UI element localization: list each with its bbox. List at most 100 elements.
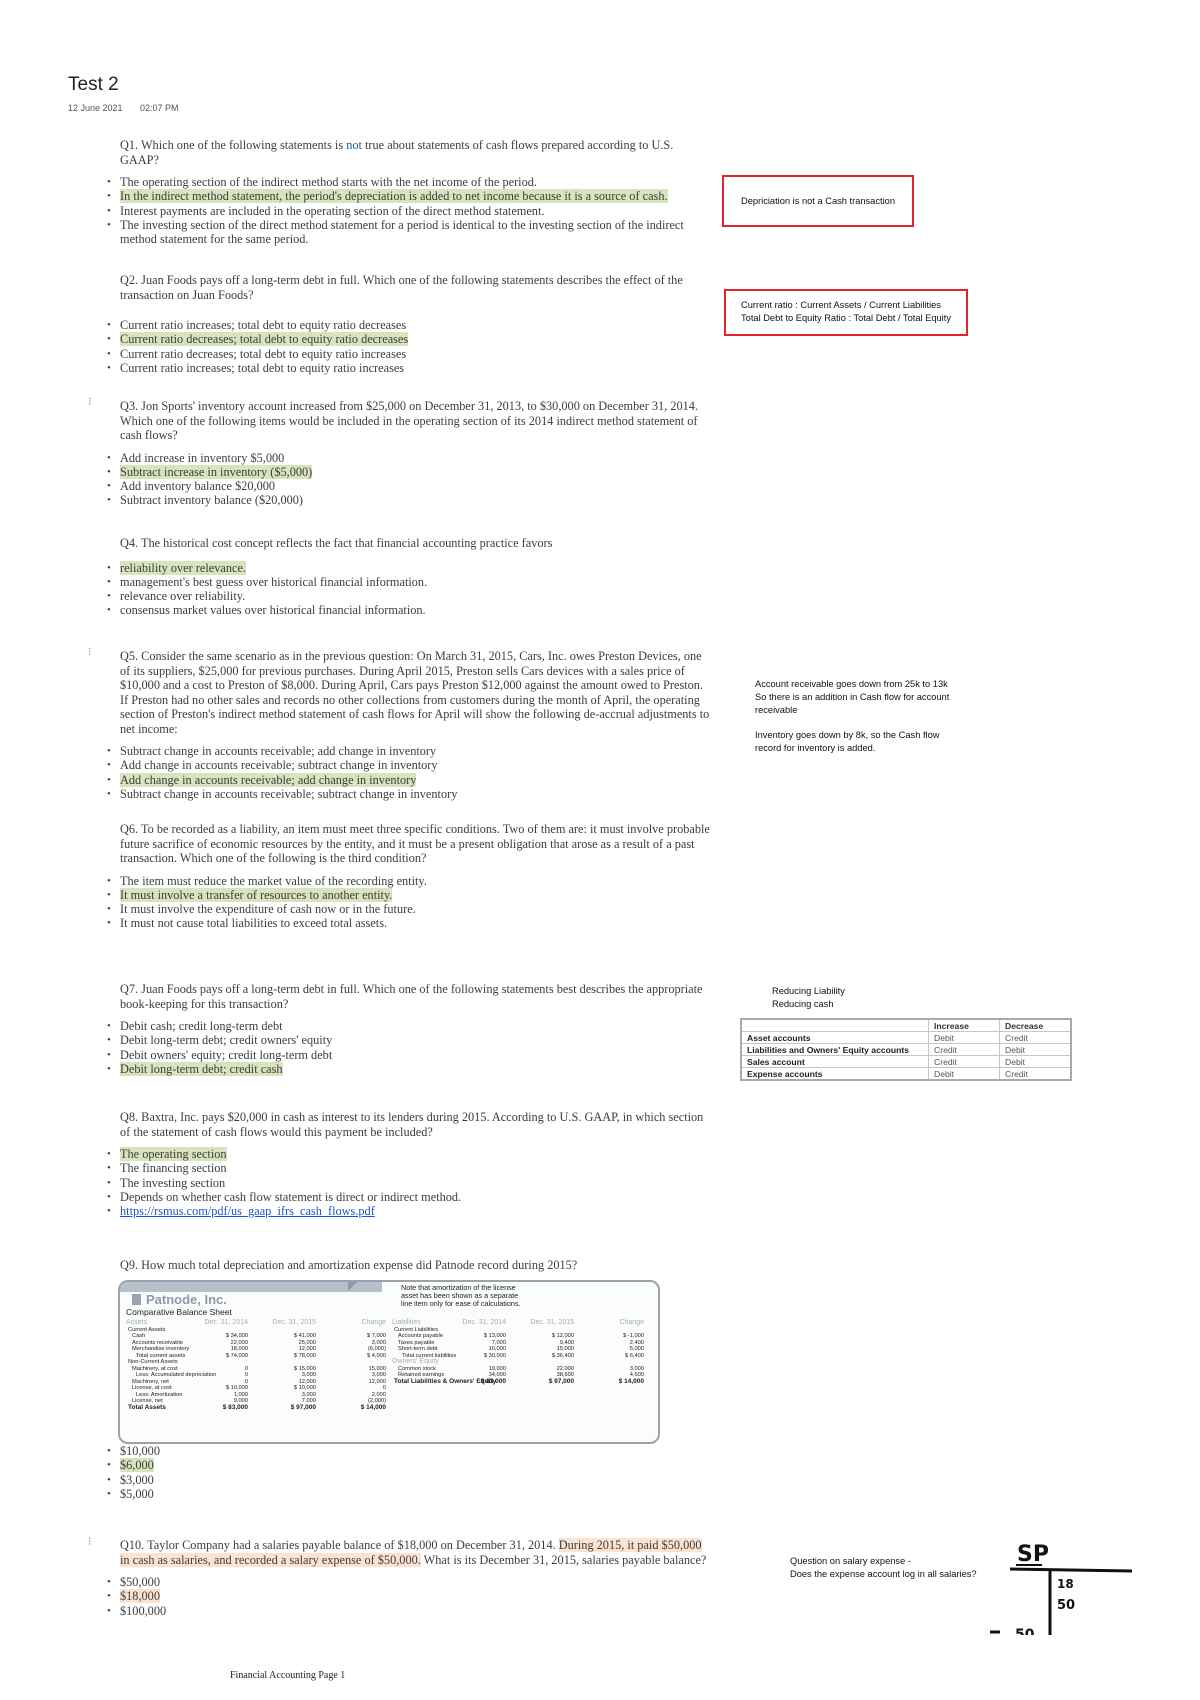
edit-marker-icon: ⁝ xyxy=(88,646,92,658)
option: $5,000 xyxy=(107,1487,710,1502)
note-q10: Question on salary expense - Does the ex… xyxy=(790,1555,977,1581)
option-highlighted: The operating section xyxy=(107,1147,710,1162)
handwritten-t-account: SP 18 50 50 xyxy=(990,1542,1133,1635)
option-list: Current ratio increases; total debt to e… xyxy=(107,318,710,375)
note-box-q2: Current ratio : Current Assets / Current… xyxy=(724,289,968,336)
page-time: 02:07 PM xyxy=(140,103,179,113)
option: $10,000 xyxy=(107,1444,710,1459)
row-value: $ 83,000 xyxy=(222,1403,248,1411)
note-q5: Account receivable goes down from 25k to… xyxy=(755,678,949,755)
sheet-note: Note that amortization of the license as… xyxy=(401,1283,521,1308)
option: Debit long-term debt; credit owners' equ… xyxy=(107,1033,710,1048)
page-title: Test 2 xyxy=(68,74,119,95)
question-q1: Q1. Which one of the following statement… xyxy=(107,138,710,246)
option-list: Subtract change in accounts receivable; … xyxy=(107,744,710,801)
option-highlighted: In the indirect method statement, the pe… xyxy=(107,189,710,204)
sheet-subtitle: Comparative Balance Sheet xyxy=(126,1307,232,1317)
option: The operating section of the indirect me… xyxy=(107,175,710,190)
option: Debit owners' equity; credit long-term d… xyxy=(107,1048,710,1063)
note-box-q1: Depriciation is not a Cash transaction xyxy=(722,175,914,227)
option: Subtract change in accounts receivable; … xyxy=(107,744,710,759)
t-account-entry: 18 xyxy=(1057,1577,1074,1591)
table-header xyxy=(740,1018,929,1032)
table-cell: Credit xyxy=(928,1043,1000,1056)
question-text: Q2. Juan Foods pays off a long-term debt… xyxy=(120,273,683,302)
table-cell: Expense accounts xyxy=(740,1067,929,1081)
question-q4: Q4. The historical cost concept reflects… xyxy=(107,536,710,618)
row-value: $ 97,000 xyxy=(290,1403,316,1411)
table-cell: Sales account xyxy=(740,1055,929,1068)
note-line: Account receivable goes down from 25k to… xyxy=(755,679,948,689)
option-highlighted: Subtract increase in inventory ($5,000) xyxy=(107,464,710,479)
option-list: The item must reduce the market value of… xyxy=(107,874,710,931)
question-q3: Q3. Jon Sports' inventory account increa… xyxy=(107,399,710,508)
balance-sheet-image: Patnode, Inc. Comparative Balance Sheet … xyxy=(118,1280,660,1444)
question-q6: Q6. To be recorded as a liability, an it… xyxy=(107,822,710,931)
question-text: Q3. Jon Sports' inventory account increa… xyxy=(120,399,698,442)
question-q9-options: $10,000 $6,000 $3,000 $5,000 xyxy=(107,1444,710,1502)
option: It must involve the expenditure of cash … xyxy=(107,902,710,917)
option: https://rsmus.com/pdf/us_gaap_ifrs_cash_… xyxy=(107,1204,710,1219)
question-text: Q4. The historical cost concept reflects… xyxy=(120,536,553,550)
option: Add inventory balance $20,000 xyxy=(107,479,710,494)
option-list: The operating section The financing sect… xyxy=(107,1147,710,1219)
option: Add change in accounts receivable; subtr… xyxy=(107,758,710,773)
table-row: Liabilities and Owners' Equity accounts … xyxy=(740,1043,1072,1056)
table-header-row: Increase Decrease xyxy=(740,1018,1072,1032)
question-text: Q7. Juan Foods pays off a long-term debt… xyxy=(120,982,703,1011)
option: Subtract inventory balance ($20,000) xyxy=(107,493,710,508)
question-text: Q8. Baxtra, Inc. pays $20,000 in cash as… xyxy=(120,1110,704,1139)
t-account-entry: 50 xyxy=(1057,1598,1075,1613)
option-highlighted: Debit long-term debt; credit cash xyxy=(107,1061,710,1076)
edit-marker-icon: ⁝ xyxy=(88,396,92,408)
question-text: Q9. How much total depreciation and amor… xyxy=(120,1258,578,1272)
table-cell: Debit xyxy=(928,1031,1000,1044)
row-label: Total Assets xyxy=(128,1403,166,1411)
option-highlighted: It must involve a transfer of resources … xyxy=(107,887,710,902)
balance-sheet-row: Total Liabilities & Owners' Equity $ 83,0… xyxy=(392,1377,654,1386)
row-value: $ 14,000 xyxy=(360,1403,386,1411)
option: It must not cause total liabilities to e… xyxy=(107,916,710,931)
option: Add increase in inventory $5,000 xyxy=(107,451,710,466)
page-footer: Financial Accounting Page 1 xyxy=(230,1670,346,1681)
table-cell: Liabilities and Owners' Equity accounts xyxy=(740,1043,929,1056)
option: Current ratio decreases; total debt to e… xyxy=(107,347,710,362)
table-row: Sales account Credit Debit xyxy=(740,1055,1072,1068)
option-list: $50,000 $18,000 $100,000 xyxy=(107,1575,710,1618)
option: The financing section xyxy=(107,1161,710,1176)
question-q8: Q8. Baxtra, Inc. pays $20,000 in cash as… xyxy=(107,1110,710,1219)
note-q7: Reducing Liability Reducing cash xyxy=(772,985,845,1011)
option-list: Debit cash; credit long-term debt Debit … xyxy=(107,1019,710,1076)
question-q7: Q7. Juan Foods pays off a long-term debt… xyxy=(107,982,710,1076)
liabilities-section: Liabilities Dec. 31, 2014 Dec. 31, 2015 Cha… xyxy=(392,1319,654,1386)
row-value: $ 97,000 xyxy=(548,1377,574,1385)
note-text: Current ratio : Current Assets / Current… xyxy=(741,300,941,310)
note-line: receivable xyxy=(755,705,798,715)
option-highlighted: $6,000 xyxy=(107,1458,710,1473)
emphasis-not: not xyxy=(346,138,362,152)
option: Depends on whether cash flow statement i… xyxy=(107,1190,710,1205)
table-row: Expense accounts Debit Credit xyxy=(740,1067,1072,1081)
option-list: reliability over relevance. management's… xyxy=(107,560,710,618)
balance-sheet-row: Total Assets $ 83,000 $ 97,000 $ 14,000 xyxy=(126,1403,396,1412)
note-line: Reducing Liability xyxy=(772,986,845,996)
t-account-entry-left: 50 xyxy=(1015,1627,1035,1635)
question-text: Q5. Consider the same scenario as in the… xyxy=(120,649,710,736)
row-value: $ 14,000 xyxy=(618,1377,644,1385)
option: The item must reduce the market value of… xyxy=(107,874,710,889)
option: The investing section xyxy=(107,1176,710,1191)
note-line: Does the expense account log in all sala… xyxy=(790,1569,977,1579)
onenote-page: Test 2 12 June 2021 02:07 PM Q1. Which o… xyxy=(0,0,1200,1700)
note-line: So there is an addition in Cash flow for… xyxy=(755,692,950,702)
table-header: Increase xyxy=(928,1018,1000,1032)
option-list: Add increase in inventory $5,000 Subtrac… xyxy=(107,451,710,508)
table-cell: Debit xyxy=(999,1043,1072,1056)
option: $50,000 xyxy=(107,1575,710,1590)
question-text: Q6. To be recorded as a liability, an it… xyxy=(120,822,710,865)
note-line: Reducing cash xyxy=(772,999,834,1009)
note-line: Question on salary expense - xyxy=(790,1556,911,1566)
reference-link[interactable]: https://rsmus.com/pdf/us_gaap_ifrs_cash_… xyxy=(120,1204,375,1218)
question-q5: Q5. Consider the same scenario as in the… xyxy=(107,649,710,801)
t-account-horizontal-line xyxy=(1009,1567,1133,1573)
question-q2: Q2. Juan Foods pays off a long-term debt… xyxy=(107,273,710,375)
